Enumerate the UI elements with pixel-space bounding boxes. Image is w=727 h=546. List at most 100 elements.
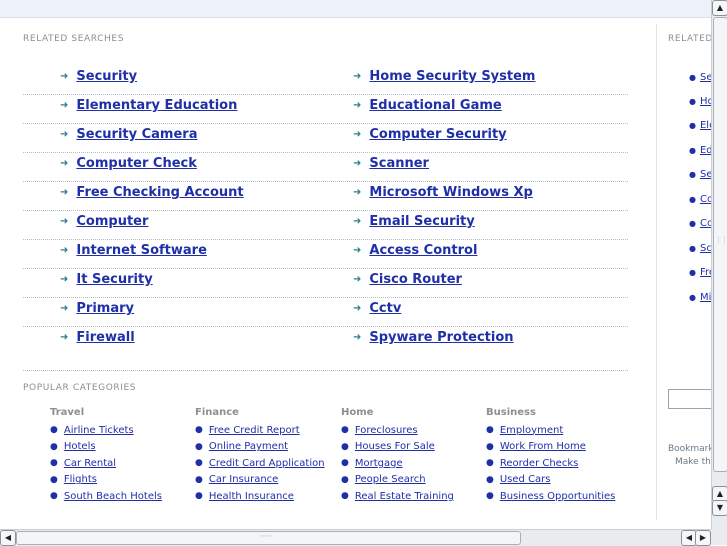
- category-link[interactable]: Flights: [64, 474, 97, 485]
- arrow-icon: ➜: [353, 245, 362, 256]
- bullet-icon: ●: [689, 97, 696, 106]
- category-link[interactable]: Mortgage: [355, 458, 403, 469]
- scroll-right-icon[interactable]: ▶: [695, 530, 711, 546]
- arrow-icon: ➜: [60, 129, 69, 140]
- search-link[interactable]: Cisco Router: [369, 272, 462, 287]
- search-row: ➜ Elementary Education ➜ Educational Game: [23, 95, 628, 124]
- bullet-icon: ●: [50, 441, 58, 452]
- bullet-icon: ●: [689, 146, 696, 155]
- related-searches-heading: RELATED SEARCHES: [23, 34, 125, 44]
- category-link[interactable]: Credit Card Application: [209, 458, 325, 469]
- search-row: ➜ Security Camera ➜ Computer Security: [23, 124, 628, 153]
- bookmark-text[interactable]: Bookmark: [668, 444, 711, 454]
- search-link[interactable]: Microsoft Windows Xp: [369, 185, 532, 200]
- arrow-icon: ➜: [353, 71, 362, 82]
- arrow-icon: ➜: [60, 303, 69, 314]
- category-link[interactable]: Used Cars: [500, 474, 551, 485]
- bullet-icon: ●: [689, 244, 696, 253]
- bullet-icon: ●: [689, 268, 696, 277]
- related-searches-grid: ➜ Security ➜ Home Security System ➜ Element…: [23, 66, 628, 355]
- search-link[interactable]: Computer Security: [369, 127, 506, 142]
- search-row: ➜ Security ➜ Home Security System: [23, 66, 628, 95]
- category-link[interactable]: Employment: [500, 425, 563, 436]
- search-link[interactable]: Security Camera: [76, 127, 197, 142]
- category-link[interactable]: People Search: [355, 474, 426, 485]
- sidebar-link[interactable]: Sc: [700, 243, 711, 254]
- category-link[interactable]: Work From Home: [500, 441, 586, 452]
- arrow-icon: ➜: [353, 100, 362, 111]
- sidebar-link[interactable]: Se: [700, 169, 711, 180]
- category-link[interactable]: Car Insurance: [209, 474, 278, 485]
- search-link[interactable]: Internet Software: [76, 243, 207, 258]
- search-link[interactable]: Spyware Protection: [369, 330, 513, 345]
- search-row: ➜ Free Checking Account ➜ Microsoft Window…: [23, 182, 628, 211]
- sidebar-link[interactable]: Co: [700, 194, 711, 205]
- bullet-icon: ●: [195, 458, 203, 469]
- search-link[interactable]: Email Security: [369, 214, 474, 229]
- popular-categories-heading: POPULAR CATEGORIES: [23, 383, 137, 393]
- arrow-icon: ➜: [353, 274, 362, 285]
- category-travel: Travel ● Airline Tickets ● Hotels ● Car Ren…: [50, 407, 200, 505]
- category-link[interactable]: Airline Tickets: [64, 425, 134, 436]
- category-home: Home ● Foreclosures ● Houses For Sale ● Mor…: [341, 407, 491, 505]
- sidebar-link[interactable]: Se: [700, 72, 711, 83]
- category-link[interactable]: Car Rental: [64, 458, 116, 469]
- arrow-icon: ➜: [353, 129, 362, 140]
- horizontal-scroll-thumb[interactable]: ⋯⋯: [16, 531, 521, 545]
- section-divider: [23, 370, 628, 371]
- sidebar-link[interactable]: Mi: [700, 292, 711, 303]
- sidebar-link[interactable]: Ele: [700, 120, 711, 131]
- category-link[interactable]: Real Estate Training: [355, 491, 454, 502]
- bullet-icon: ●: [50, 474, 58, 485]
- bullet-icon: ●: [195, 425, 203, 436]
- search-row: ➜ Computer ➜ Email Security: [23, 211, 628, 240]
- search-link[interactable]: It Security: [76, 272, 152, 287]
- bullet-icon: ●: [689, 73, 696, 82]
- search-link[interactable]: Security: [76, 69, 137, 84]
- category-link[interactable]: Hotels: [64, 441, 96, 452]
- category-link[interactable]: Business Opportunities: [500, 491, 616, 502]
- search-link[interactable]: Elementary Education: [76, 98, 237, 113]
- scroll-left-icon[interactable]: ◀: [0, 530, 16, 546]
- sidebar-link[interactable]: Ho: [700, 96, 711, 107]
- category-link[interactable]: South Beach Hotels: [64, 491, 162, 502]
- sidebar-link[interactable]: Ed: [700, 145, 711, 156]
- category-link[interactable]: Foreclosures: [355, 425, 418, 436]
- category-link[interactable]: Reorder Checks: [500, 458, 578, 469]
- bullet-icon: ●: [341, 458, 349, 469]
- category-title: Finance: [195, 407, 239, 418]
- search-link[interactable]: Computer: [76, 214, 148, 229]
- bullet-icon: ●: [689, 195, 696, 204]
- vertical-scroll-thumb[interactable]: ⋮⋮: [713, 17, 727, 472]
- bullet-icon: ●: [689, 170, 696, 179]
- scroll-up-icon[interactable]: ▲: [712, 0, 727, 16]
- arrow-icon: ➜: [353, 216, 362, 227]
- search-link[interactable]: Cctv: [369, 301, 401, 316]
- arrow-icon: ➜: [353, 303, 362, 314]
- search-link[interactable]: Firewall: [76, 330, 134, 345]
- sidebar-link[interactable]: Co: [700, 218, 711, 229]
- search-link[interactable]: Educational Game: [369, 98, 501, 113]
- category-link[interactable]: Health Insurance: [209, 491, 294, 502]
- category-link[interactable]: Free Credit Report: [209, 425, 300, 436]
- search-link[interactable]: Primary: [76, 301, 134, 316]
- search-link[interactable]: Scanner: [369, 156, 429, 171]
- sidebar-link[interactable]: Fre: [700, 267, 711, 278]
- category-business: Business ● Employment ● Work From Home ● Re…: [486, 407, 636, 505]
- bullet-icon: ●: [50, 458, 58, 469]
- bullet-icon: ●: [486, 441, 494, 452]
- scroll-down-icon[interactable]: ▼: [712, 500, 727, 516]
- search-link[interactable]: Computer Check: [76, 156, 197, 171]
- search-link[interactable]: Free Checking Account: [76, 185, 243, 200]
- sidebar-search-input[interactable]: [668, 389, 711, 409]
- make-homepage-text[interactable]: Make thi: [675, 457, 711, 467]
- search-link[interactable]: Home Security System: [369, 69, 535, 84]
- category-link[interactable]: Houses For Sale: [355, 441, 435, 452]
- horizontal-scrollbar[interactable]: ◀ ⋯⋯ ◀ ▶: [0, 529, 711, 546]
- category-link[interactable]: Online Payment: [209, 441, 288, 452]
- arrow-icon: ➜: [60, 274, 69, 285]
- search-link[interactable]: Access Control: [369, 243, 477, 258]
- vertical-scrollbar[interactable]: ▲ ⋮⋮ ▲ ▼: [711, 0, 727, 529]
- arrow-icon: ➜: [60, 71, 69, 82]
- arrow-icon: ➜: [353, 158, 362, 169]
